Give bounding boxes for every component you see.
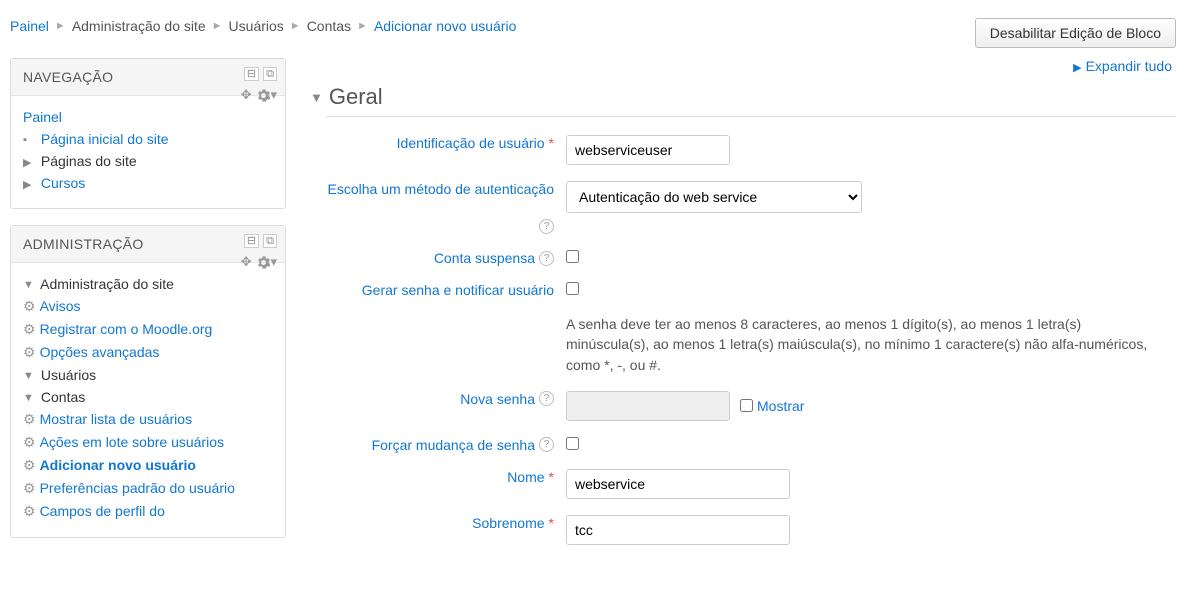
gear-icon: ⚙ [23, 434, 36, 450]
admin-advanced[interactable]: Opções avançadas [40, 344, 160, 360]
chevron-right-icon: ► [55, 20, 66, 32]
caret-down-icon[interactable]: ▼ [23, 279, 37, 291]
show-password-toggle[interactable]: Mostrar [740, 398, 804, 414]
caret-down-icon: ▼ [310, 90, 323, 105]
required-icon: * [549, 515, 554, 531]
caret-right-icon[interactable]: ▶ [23, 156, 37, 169]
chevron-right-icon: ► [212, 20, 223, 32]
help-icon[interactable]: ? [539, 251, 554, 266]
disable-block-edit-button[interactable]: Desabilitar Edição de Bloco [975, 18, 1176, 48]
username-label: Identificação de usuário [397, 135, 545, 151]
gear-icon: ⚙ [23, 298, 36, 314]
gear-icon: ⚙ [23, 321, 36, 337]
dock-icon[interactable]: ⧉ [263, 234, 277, 248]
suspended-checkbox[interactable] [566, 250, 579, 263]
gear-icon: ⚙ [23, 457, 36, 473]
help-icon[interactable]: ? [539, 437, 554, 452]
navigation-block: NAVEGAÇÃO ⊟ ⧉ ✥ ▾ Painel ▪ Página inicia… [10, 58, 286, 209]
new-password-label: Nova senha [460, 391, 535, 407]
auth-method-select[interactable]: Autenticação do web service [566, 181, 862, 213]
caret-right-icon: ▶ [1073, 62, 1081, 74]
force-password-label: Forçar mudança de senha [372, 437, 535, 453]
nav-site-pages[interactable]: Páginas do site [41, 153, 137, 169]
admin-user-prefs[interactable]: Preferências padrão do usuário [40, 480, 235, 496]
breadcrumb-admin: Administração do site [72, 18, 206, 34]
section-general-toggle[interactable]: ▼ Geral [310, 78, 1176, 114]
help-icon[interactable]: ? [539, 391, 554, 406]
force-password-checkbox[interactable] [566, 437, 579, 450]
help-icon[interactable]: ? [539, 219, 554, 234]
chevron-right-icon: ► [357, 20, 368, 32]
chevron-right-icon: ► [290, 20, 301, 32]
nav-painel[interactable]: Painel [23, 109, 62, 125]
new-password-input[interactable] [566, 391, 730, 421]
password-policy-text: A senha deve ter ao menos 8 caracteres, … [566, 314, 1156, 375]
admin-accounts[interactable]: Contas [41, 389, 85, 405]
collapse-icon[interactable]: ⊟ [244, 67, 259, 81]
admin-block: ADMINISTRAÇÃO ⊟ ⧉ ✥ ▾ ▼ Administração do… [10, 225, 286, 538]
breadcrumb-accounts: Contas [307, 18, 351, 34]
show-password-checkbox[interactable] [740, 399, 753, 412]
admin-add-user[interactable]: Adicionar novo usuário [40, 457, 196, 473]
required-icon: * [549, 469, 554, 485]
admin-profile-fields[interactable]: Campos de perfil do [40, 503, 165, 519]
gear-icon: ⚙ [23, 411, 36, 427]
breadcrumb-painel[interactable]: Painel [10, 18, 49, 34]
firstname-label: Nome [507, 469, 544, 485]
collapse-icon[interactable]: ⊟ [244, 234, 259, 248]
gear-icon[interactable]: ▾ [257, 254, 277, 270]
dock-icon[interactable]: ⧉ [263, 67, 277, 81]
nav-site-home[interactable]: Página inicial do site [41, 131, 169, 147]
admin-users[interactable]: Usuários [41, 367, 96, 383]
admin-avisos[interactable]: Avisos [40, 298, 81, 314]
breadcrumb: Painel ► Administração do site ► Usuário… [10, 18, 516, 34]
caret-right-icon[interactable]: ▶ [23, 178, 37, 191]
auth-method-label: Escolha um método de autenticação [328, 181, 554, 197]
admin-bulk-actions[interactable]: Ações em lote sobre usuários [40, 434, 224, 450]
gear-icon[interactable]: ▾ [257, 87, 277, 103]
required-icon: * [549, 135, 554, 151]
firstname-input[interactable] [566, 469, 790, 499]
suspended-label: Conta suspensa [434, 250, 535, 266]
gear-icon: ⚙ [23, 344, 36, 360]
caret-down-icon[interactable]: ▼ [23, 370, 37, 382]
expand-all-link[interactable]: ▶Expandir tudo [310, 58, 1176, 78]
admin-register[interactable]: Registrar com o Moodle.org [40, 321, 213, 337]
lastname-input[interactable] [566, 515, 790, 545]
move-icon[interactable]: ✥ [241, 254, 252, 270]
gear-icon: ⚙ [23, 480, 36, 496]
generate-password-checkbox[interactable] [566, 282, 579, 295]
move-icon[interactable]: ✥ [241, 87, 252, 103]
admin-block-title: ADMINISTRAÇÃO [23, 236, 273, 252]
gear-icon: ⚙ [23, 503, 36, 519]
generate-password-label: Gerar senha e notificar usuário [362, 282, 554, 298]
caret-down-icon[interactable]: ▼ [23, 392, 37, 404]
nav-block-title: NAVEGAÇÃO [23, 69, 273, 85]
admin-root[interactable]: Administração do site [40, 276, 174, 292]
nav-courses[interactable]: Cursos [41, 175, 85, 191]
lastname-label: Sobrenome [472, 515, 544, 531]
username-input[interactable] [566, 135, 730, 165]
breadcrumb-add-user[interactable]: Adicionar novo usuário [374, 18, 516, 34]
breadcrumb-users: Usuários [229, 18, 284, 34]
section-divider [326, 116, 1176, 117]
bullet-icon: ▪ [23, 134, 37, 146]
section-general-title: Geral [329, 84, 383, 110]
admin-list-users[interactable]: Mostrar lista de usuários [40, 411, 193, 427]
